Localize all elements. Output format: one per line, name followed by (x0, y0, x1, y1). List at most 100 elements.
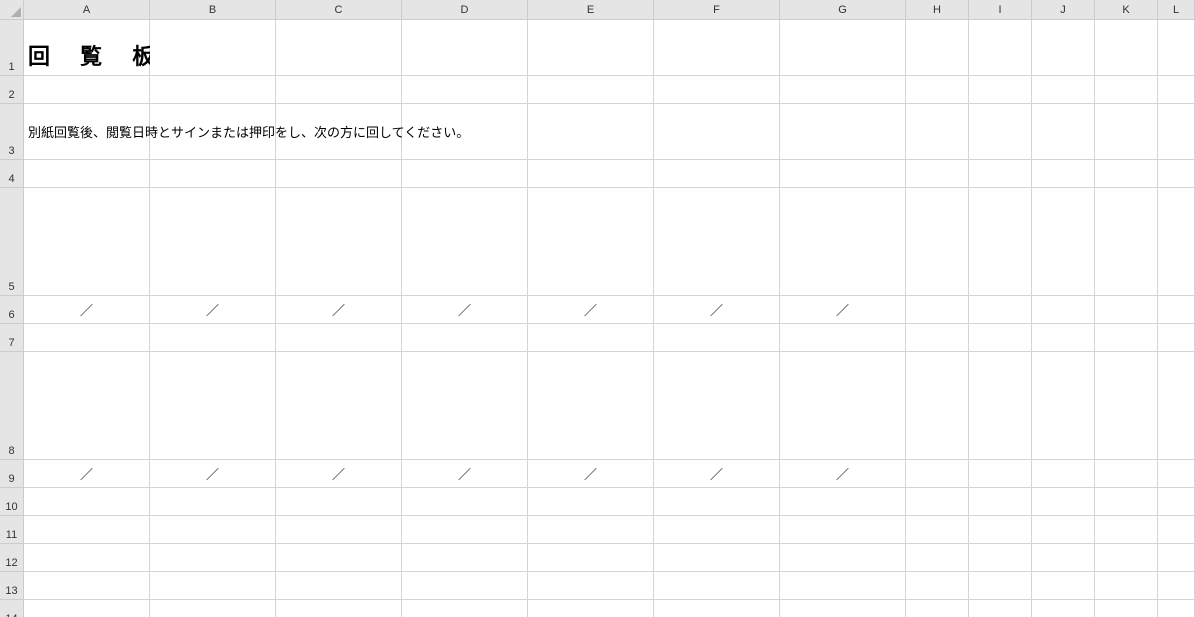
cell-K1[interactable] (1095, 20, 1158, 76)
cell-I6[interactable] (969, 296, 1032, 324)
cell-G2[interactable] (780, 76, 906, 104)
cell-I7[interactable] (969, 324, 1032, 352)
cell-H4[interactable] (906, 160, 969, 188)
row-header-1[interactable]: 1 (0, 20, 24, 76)
cell-C4[interactable] (276, 160, 402, 188)
cell-D5[interactable] (402, 188, 528, 296)
cell-B1[interactable] (150, 20, 276, 76)
cell-F4[interactable] (654, 160, 780, 188)
cell-H3[interactable] (906, 104, 969, 160)
cell-E9[interactable]: ／ (528, 460, 654, 488)
cell-G6[interactable]: ／ (780, 296, 906, 324)
cell-J2[interactable] (1032, 76, 1095, 104)
cell-I1[interactable] (969, 20, 1032, 76)
cell-C12[interactable] (276, 544, 402, 572)
cell-A2[interactable] (24, 76, 150, 104)
cell-B13[interactable] (150, 572, 276, 600)
cell-C11[interactable] (276, 516, 402, 544)
cell-D14[interactable] (402, 600, 528, 617)
col-header-J[interactable]: J (1032, 0, 1095, 20)
cell-C5[interactable] (276, 188, 402, 296)
row-header-5[interactable]: 5 (0, 188, 24, 296)
cell-F8[interactable] (654, 352, 780, 460)
cell-K14[interactable] (1095, 600, 1158, 617)
cell-G9[interactable]: ／ (780, 460, 906, 488)
cell-I13[interactable] (969, 572, 1032, 600)
cell-A5[interactable] (24, 188, 150, 296)
cell-E4[interactable] (528, 160, 654, 188)
row-header-14[interactable]: 14 (0, 600, 24, 617)
cell-A4[interactable] (24, 160, 150, 188)
cell-J9[interactable] (1032, 460, 1095, 488)
cell-C1[interactable] (276, 20, 402, 76)
cell-K9[interactable] (1095, 460, 1158, 488)
cell-B6[interactable]: ／ (150, 296, 276, 324)
cell-K10[interactable] (1095, 488, 1158, 516)
cell-H7[interactable] (906, 324, 969, 352)
cell-E10[interactable] (528, 488, 654, 516)
cell-B7[interactable] (150, 324, 276, 352)
row-header-9[interactable]: 9 (0, 460, 24, 488)
cell-G1[interactable] (780, 20, 906, 76)
cell-H9[interactable] (906, 460, 969, 488)
cell-L11[interactable] (1158, 516, 1195, 544)
cell-G10[interactable] (780, 488, 906, 516)
cell-F6[interactable]: ／ (654, 296, 780, 324)
cell-I8[interactable] (969, 352, 1032, 460)
cell-C2[interactable] (276, 76, 402, 104)
row-header-12[interactable]: 12 (0, 544, 24, 572)
cell-I3[interactable] (969, 104, 1032, 160)
row-header-13[interactable]: 13 (0, 572, 24, 600)
cell-I2[interactable] (969, 76, 1032, 104)
cell-B12[interactable] (150, 544, 276, 572)
cell-L12[interactable] (1158, 544, 1195, 572)
cell-E6[interactable]: ／ (528, 296, 654, 324)
cell-L9[interactable] (1158, 460, 1195, 488)
row-header-6[interactable]: 6 (0, 296, 24, 324)
cell-K13[interactable] (1095, 572, 1158, 600)
cell-L5[interactable] (1158, 188, 1195, 296)
col-header-H[interactable]: H (906, 0, 969, 20)
cell-A14[interactable] (24, 600, 150, 617)
cell-L6[interactable] (1158, 296, 1195, 324)
cell-K8[interactable] (1095, 352, 1158, 460)
cell-D13[interactable] (402, 572, 528, 600)
cell-J3[interactable] (1032, 104, 1095, 160)
row-header-11[interactable]: 11 (0, 516, 24, 544)
cell-H10[interactable] (906, 488, 969, 516)
col-header-G[interactable]: G (780, 0, 906, 20)
cell-F2[interactable] (654, 76, 780, 104)
cell-B8[interactable] (150, 352, 276, 460)
cell-L1[interactable] (1158, 20, 1195, 76)
cell-D11[interactable] (402, 516, 528, 544)
cell-J12[interactable] (1032, 544, 1095, 572)
cell-I14[interactable] (969, 600, 1032, 617)
cell-H5[interactable] (906, 188, 969, 296)
cell-C9[interactable]: ／ (276, 460, 402, 488)
cell-H14[interactable] (906, 600, 969, 617)
cell-K2[interactable] (1095, 76, 1158, 104)
cell-A12[interactable] (24, 544, 150, 572)
row-header-4[interactable]: 4 (0, 160, 24, 188)
cell-D7[interactable] (402, 324, 528, 352)
cell-I12[interactable] (969, 544, 1032, 572)
cell-F12[interactable] (654, 544, 780, 572)
cell-E8[interactable] (528, 352, 654, 460)
cell-A7[interactable] (24, 324, 150, 352)
cell-D12[interactable] (402, 544, 528, 572)
cell-J5[interactable] (1032, 188, 1095, 296)
cell-H2[interactable] (906, 76, 969, 104)
col-header-D[interactable]: D (402, 0, 528, 20)
cell-G8[interactable] (780, 352, 906, 460)
cell-C10[interactable] (276, 488, 402, 516)
cell-C13[interactable] (276, 572, 402, 600)
cell-E1[interactable] (528, 20, 654, 76)
cell-C14[interactable] (276, 600, 402, 617)
cell-E7[interactable] (528, 324, 654, 352)
cell-L8[interactable] (1158, 352, 1195, 460)
cell-B2[interactable] (150, 76, 276, 104)
cell-B5[interactable] (150, 188, 276, 296)
cell-A3[interactable]: 別紙回覧後、閲覧日時とサインまたは押印をし、次の方に回してください。 (24, 104, 150, 160)
cell-G7[interactable] (780, 324, 906, 352)
cell-H1[interactable] (906, 20, 969, 76)
